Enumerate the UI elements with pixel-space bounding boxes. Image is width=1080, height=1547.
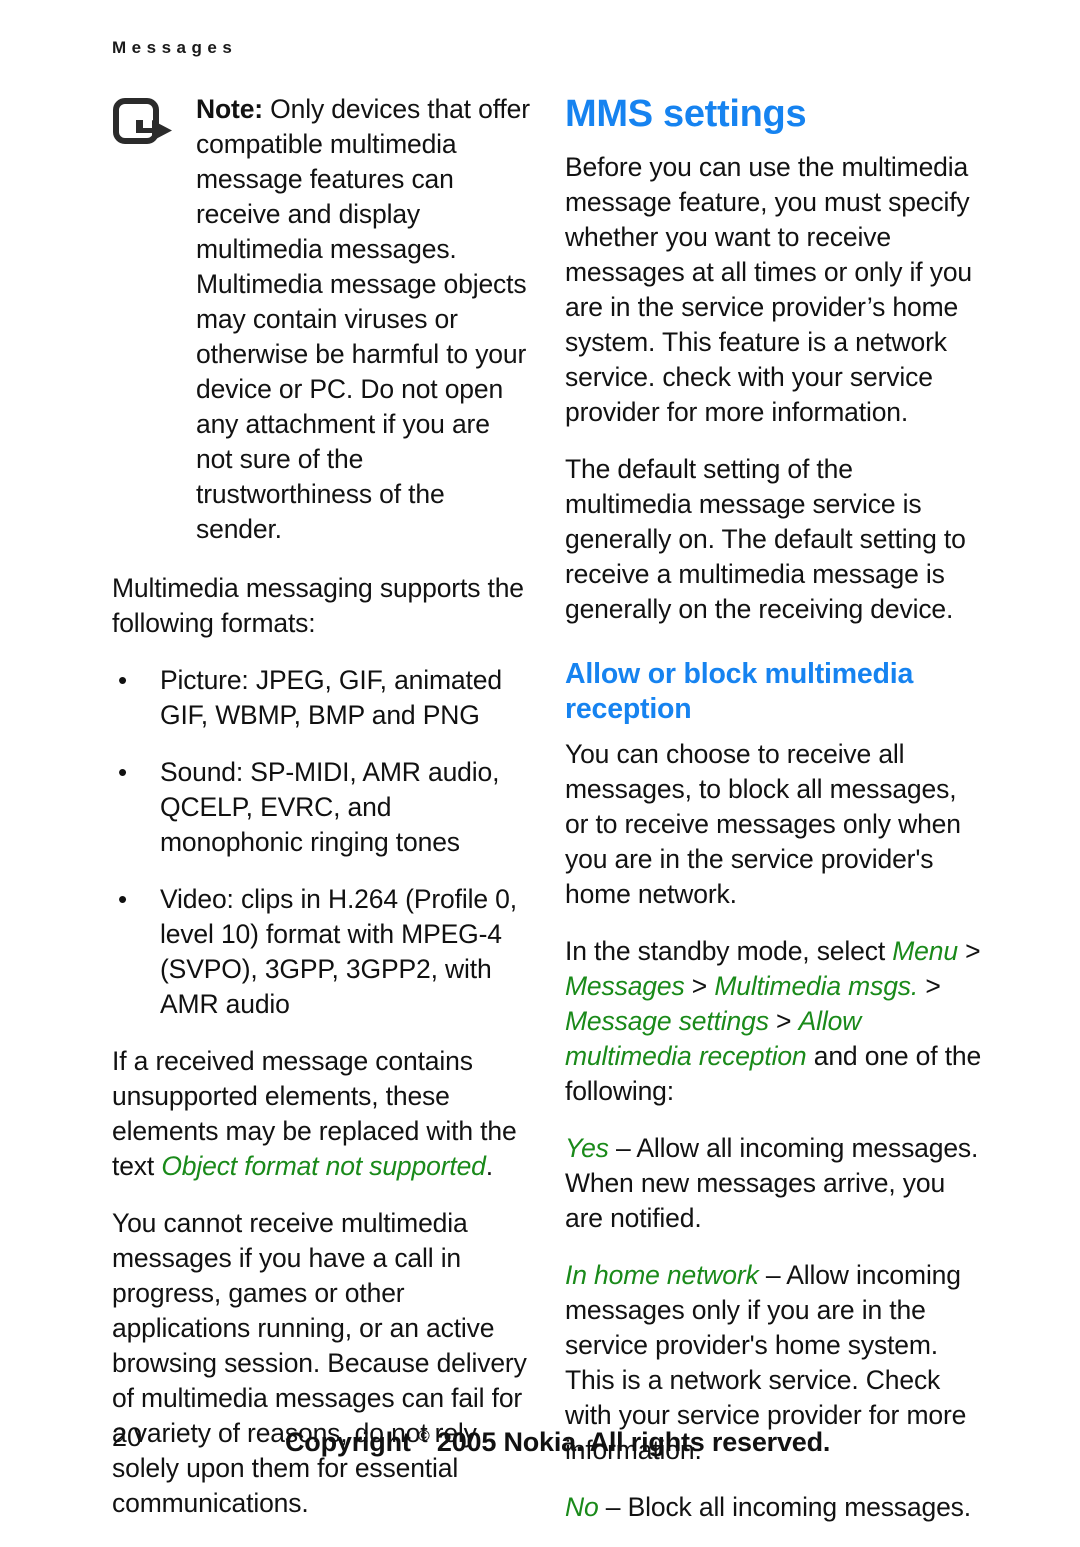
subsection-title: Allow or block multimedia reception xyxy=(565,658,914,725)
list-item: • Video: clips in H.264 (Profile 0, leve… xyxy=(112,882,532,1022)
path-separator: > xyxy=(768,1006,799,1036)
formats-intro: Multimedia messaging supports the follow… xyxy=(112,573,524,638)
object-format-term: Object format not supported xyxy=(161,1151,486,1181)
list-item-label: Picture: JPEG, GIF, animated GIF, WBMP, … xyxy=(160,665,502,730)
menu-path-item: Message settings xyxy=(565,1006,769,1036)
bullet-icon: • xyxy=(118,884,127,914)
menu-path-paragraph: In the standby mode, select Menu > Messa… xyxy=(565,934,985,1109)
right-column: MMS settings Before you can use the mult… xyxy=(565,92,985,1547)
note-label: Note: xyxy=(196,94,263,124)
page-footer: 20 Copyright © 2005 Nokia. All rights re… xyxy=(0,1420,1080,1460)
path-separator: > xyxy=(957,936,981,966)
cannot-receive-paragraph: You cannot receive multimedia messages i… xyxy=(112,1208,527,1518)
note-callout: Note: Only devices that offer compatible… xyxy=(112,92,532,547)
left-column: Note: Only devices that offer compatible… xyxy=(112,92,532,1543)
option-term: Yes xyxy=(565,1133,609,1163)
path-separator: > xyxy=(918,971,941,1001)
copyright-before: Copyright xyxy=(285,1427,418,1457)
option-dash: – xyxy=(758,1260,787,1290)
path-before: In the standby mode, select xyxy=(565,936,893,966)
choose-paragraph: You can choose to receive all messages, … xyxy=(565,739,961,909)
list-item-label: Sound: SP-MIDI, AMR audio, QCELP, EVRC, … xyxy=(160,757,500,857)
supported-formats-list: • Picture: JPEG, GIF, animated GIF, WBMP… xyxy=(112,663,532,1022)
copyright-symbol: © xyxy=(418,1428,430,1445)
bullet-icon: • xyxy=(118,665,127,695)
list-item: • Picture: JPEG, GIF, animated GIF, WBMP… xyxy=(112,663,532,733)
path-separator: > xyxy=(684,971,715,1001)
menu-path-item: Messages xyxy=(565,971,685,1001)
note-arrow-icon xyxy=(112,98,176,150)
default-setting-paragraph: The default setting of the multimedia me… xyxy=(565,454,966,624)
page-title: MMS settings xyxy=(565,93,807,135)
menu-path-item: Menu xyxy=(892,936,958,966)
option-description: Block all incoming messages. xyxy=(627,1492,972,1522)
menu-path-item: Multimedia msgs. xyxy=(714,971,919,1001)
page-number: 20 xyxy=(112,1422,143,1452)
manual-page: Messages Note: Only devices that offer c… xyxy=(0,0,1080,1522)
list-item: • Sound: SP-MIDI, AMR audio, QCELP, EVRC… xyxy=(112,755,532,860)
mms-intro-paragraph: Before you can use the multimedia messag… xyxy=(565,152,972,427)
note-body: Only devices that offer compatible multi… xyxy=(196,94,530,544)
unsupported-after: . xyxy=(485,1151,493,1181)
option-term: In home network xyxy=(565,1260,759,1290)
option-paragraph: No – Block all incoming messages. xyxy=(565,1490,985,1525)
option-term: No xyxy=(565,1492,599,1522)
copyright-notice: Copyright © 2005 Nokia. All rights reser… xyxy=(285,1420,830,1459)
option-dash: – xyxy=(608,1133,637,1163)
unsupported-elements-paragraph: If a received message contains unsupport… xyxy=(112,1044,532,1184)
option-dash: – xyxy=(598,1492,628,1522)
running-head: Messages xyxy=(112,38,238,57)
copyright-after: 2005 Nokia. All rights reserved. xyxy=(429,1427,831,1457)
option-paragraph: Yes – Allow all incoming messages. When … xyxy=(565,1131,985,1236)
bullet-icon: • xyxy=(118,757,127,787)
note-text: Note: Only devices that offer compatible… xyxy=(196,92,532,547)
list-item-label: Video: clips in H.264 (Profile 0, level … xyxy=(160,884,517,1019)
